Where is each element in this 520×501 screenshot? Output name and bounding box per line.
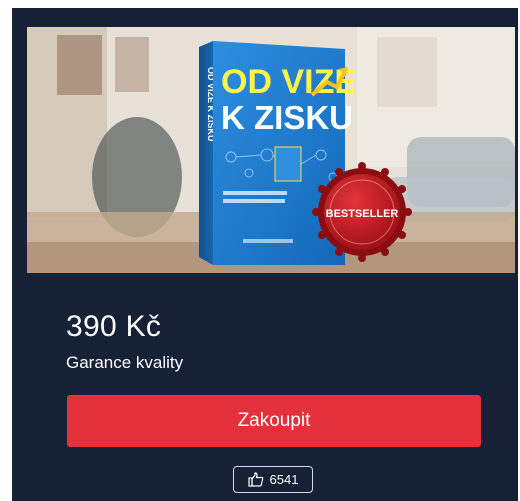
book-title-line2: K ZISKU bbox=[221, 99, 353, 136]
thumbs-up-icon bbox=[247, 472, 264, 487]
product-image[interactable]: OD VIZE K ZISKU OD VIZE K ZISKU BESTSELL… bbox=[27, 27, 515, 273]
like-count: 6541 bbox=[269, 472, 299, 487]
buy-button[interactable]: Zakoupit bbox=[67, 395, 481, 447]
book-title-line1: OD VIZE bbox=[221, 63, 357, 101]
like-button[interactable]: 6541 bbox=[233, 466, 313, 493]
bestseller-badge-text: BESTSELLER bbox=[326, 208, 399, 220]
product-price: 390 Kč bbox=[66, 310, 162, 343]
quality-guarantee-label: Garance kvality bbox=[66, 353, 184, 372]
product-card: OD VIZE K ZISKU OD VIZE K ZISKU BESTSELL… bbox=[12, 8, 518, 501]
